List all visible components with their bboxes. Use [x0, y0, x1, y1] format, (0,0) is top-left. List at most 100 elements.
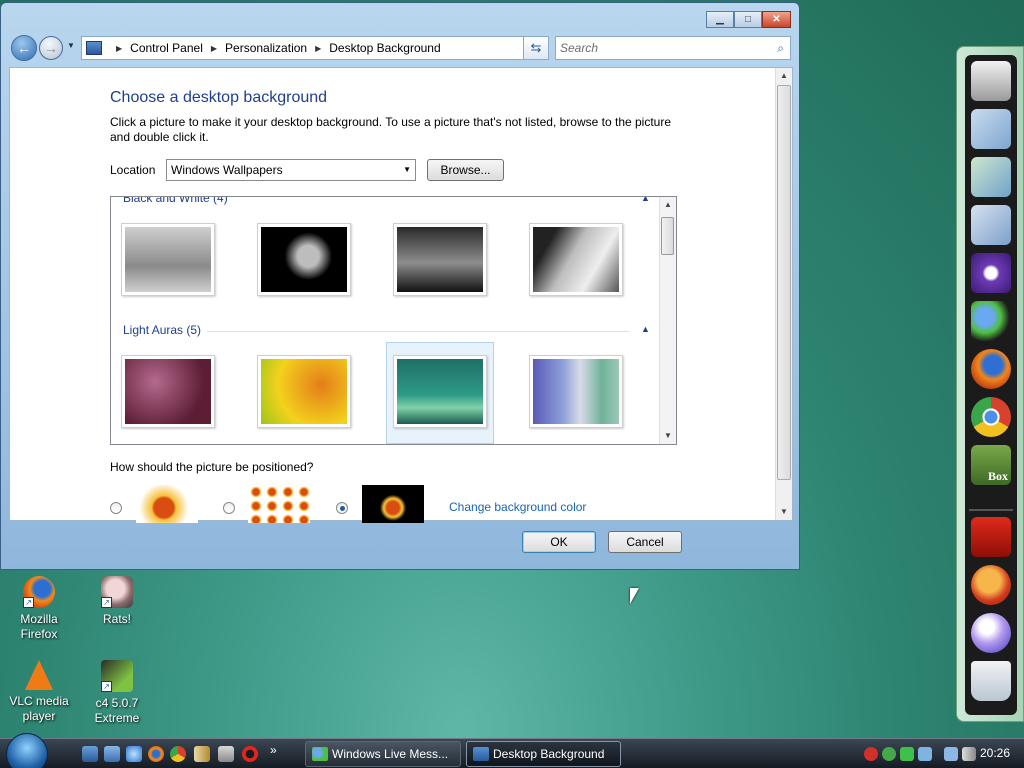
desktop-background-window: ▁ □ ✕ ← → ▼ ▶ Control Panel ▶ Personaliz… [0, 2, 800, 570]
desktop-icon-label: VLC media player [9, 694, 69, 723]
dock-panel: Box [965, 55, 1017, 715]
network-icon[interactable] [944, 747, 958, 761]
box-app-icon[interactable]: Box [971, 445, 1011, 485]
wallpaper-thumbnail[interactable] [393, 223, 487, 296]
paint-brush-icon[interactable] [971, 613, 1011, 653]
breadcrumb-control-panel[interactable]: Control Panel [130, 41, 203, 55]
location-select-value: Windows Wallpapers [171, 163, 283, 177]
internet-explorer-icon[interactable] [126, 746, 142, 762]
content-pane: Choose a desktop background Click a pict… [9, 67, 793, 523]
scroll-down-icon[interactable]: ▼ [776, 504, 792, 520]
wallpaper-thumbnail[interactable] [529, 355, 623, 428]
wallpaper-thumbnail[interactable] [121, 223, 215, 296]
minimize-button[interactable]: ▁ [706, 11, 734, 28]
breadcrumb-desktop-background[interactable]: Desktop Background [329, 41, 440, 55]
position-radio-fill[interactable] [110, 502, 122, 514]
volume-icon[interactable] [962, 747, 976, 761]
firefox-icon[interactable] [148, 746, 164, 762]
collapse-chevron-icon[interactable]: ▲ [641, 324, 650, 334]
wallpaper-gallery[interactable]: Black and White (4) ▲ Light Auras (5) ▲ … [110, 196, 677, 445]
recycle-bin-icon[interactable] [971, 661, 1011, 701]
content-scroll-thumb[interactable] [777, 85, 791, 480]
position-preview-fill[interactable] [136, 485, 198, 523]
cube-app-icon[interactable] [218, 746, 234, 762]
ok-button[interactable]: OK [522, 531, 596, 553]
refresh-button[interactable]: ⇆ [523, 36, 549, 60]
wallpaper-thumbnail-selected[interactable] [393, 355, 487, 428]
tray-app-icon[interactable] [918, 747, 932, 761]
breadcrumb-separator-icon[interactable]: ▶ [211, 44, 217, 53]
folder-icon[interactable] [971, 109, 1011, 149]
chrome-icon[interactable] [170, 746, 186, 762]
scroll-up-icon[interactable]: ▲ [776, 68, 792, 84]
content-scrollbar[interactable]: ▲ ▼ [775, 68, 792, 520]
firefox-icon: ↗ [23, 576, 55, 608]
search-input[interactable]: Search ⌕ [555, 36, 791, 60]
folder-icon[interactable] [971, 157, 1011, 197]
browse-button[interactable]: Browse... [427, 159, 504, 181]
wallpaper-thumbnail[interactable] [257, 223, 351, 296]
folder-icon[interactable] [971, 205, 1011, 245]
tray-shield-icon[interactable] [900, 747, 914, 761]
back-arrow-icon: ← [17, 40, 31, 56]
taskbar-button-desktop-background[interactable]: Desktop Background [466, 741, 621, 767]
search-icon[interactable]: ⌕ [777, 37, 784, 59]
wallpaper-thumbnail[interactable] [529, 223, 623, 296]
position-preview-tile[interactable] [248, 485, 310, 523]
forward-arrow-icon: → [44, 40, 58, 56]
breadcrumb-separator-icon[interactable]: ▶ [116, 44, 122, 53]
computer-icon[interactable] [971, 61, 1011, 101]
taskbar-button-messenger[interactable]: Windows Live Mess... [305, 741, 461, 767]
change-background-color-link[interactable]: Change background color [449, 500, 586, 514]
desktop-icon-vlc[interactable]: VLC media player [1, 660, 77, 724]
breadcrumb-separator-icon[interactable]: ▶ [315, 44, 321, 53]
maximize-button[interactable]: □ [734, 11, 762, 28]
cancel-button[interactable]: Cancel [608, 531, 682, 553]
taskbar-clock[interactable]: 20:26 [980, 746, 1010, 760]
wallpaper-thumbnail[interactable] [257, 355, 351, 428]
navigation-row: ← → ▼ ▶ Control Panel ▶ Personalization … [11, 35, 791, 61]
page-title: Choose a desktop background [110, 89, 328, 106]
group-header-light-auras[interactable]: Light Auras (5) [123, 323, 201, 337]
cpu-chip-icon[interactable] [971, 253, 1011, 293]
gallery-scrollbar[interactable]: ▲ ▼ [659, 197, 676, 444]
start-button[interactable] [6, 733, 48, 768]
scroll-down-icon[interactable]: ▼ [660, 428, 676, 444]
breadcrumb-personalization[interactable]: Personalization [225, 41, 307, 55]
position-radio-tile[interactable] [223, 502, 235, 514]
chrome-icon[interactable] [971, 397, 1011, 437]
position-preview-center[interactable] [362, 485, 424, 523]
recent-pages-dropdown-icon[interactable]: ▼ [67, 41, 75, 50]
speaker-icon[interactable] [194, 746, 210, 762]
taskbar-button-label: Windows Live Mess... [332, 747, 449, 761]
back-button[interactable]: ← [11, 35, 37, 61]
tray-messenger-icon[interactable] [882, 747, 896, 761]
show-desktop-icon[interactable] [82, 746, 98, 762]
chevron-down-icon: ▼ [403, 165, 411, 174]
caption-buttons: ▁ □ ✕ [706, 11, 791, 28]
location-select[interactable]: Windows Wallpapers ▼ [166, 159, 416, 181]
forward-button[interactable]: → [39, 36, 63, 60]
tray-stop-icon[interactable] [864, 747, 878, 761]
opera-icon[interactable] [242, 746, 258, 762]
c4-icon: ↗ [101, 660, 133, 692]
firefox-icon[interactable] [971, 349, 1011, 389]
scroll-up-icon[interactable]: ▲ [660, 197, 676, 213]
acrobat-icon[interactable] [971, 517, 1011, 557]
group-header-black-and-white[interactable]: Black and White (4) [123, 197, 228, 205]
taskbar: » Windows Live Mess... Desktop Backgroun… [0, 733, 1024, 768]
close-button[interactable]: ✕ [762, 11, 791, 28]
desktop-icon-firefox[interactable]: ↗ Mozilla Firefox [1, 576, 77, 642]
address-bar[interactable]: ▶ Control Panel ▶ Personalization ▶ Desk… [81, 36, 547, 60]
messenger-icon[interactable] [971, 301, 1011, 341]
quick-launch-more-icon[interactable]: » [270, 743, 277, 757]
position-radio-center[interactable] [336, 502, 348, 514]
collapse-chevron-icon[interactable]: ▲ [641, 197, 650, 203]
desktop-icon-rats[interactable]: ↗ Rats! [79, 576, 155, 627]
position-question: How should the picture be positioned? [110, 460, 314, 474]
p-app-icon[interactable] [971, 565, 1011, 605]
gallery-scroll-thumb[interactable] [661, 217, 674, 255]
switch-windows-icon[interactable] [104, 746, 120, 762]
wallpaper-thumbnail[interactable] [121, 355, 215, 428]
desktop-icon-c4[interactable]: ↗ c4 5.0.7 Extreme [79, 660, 155, 726]
